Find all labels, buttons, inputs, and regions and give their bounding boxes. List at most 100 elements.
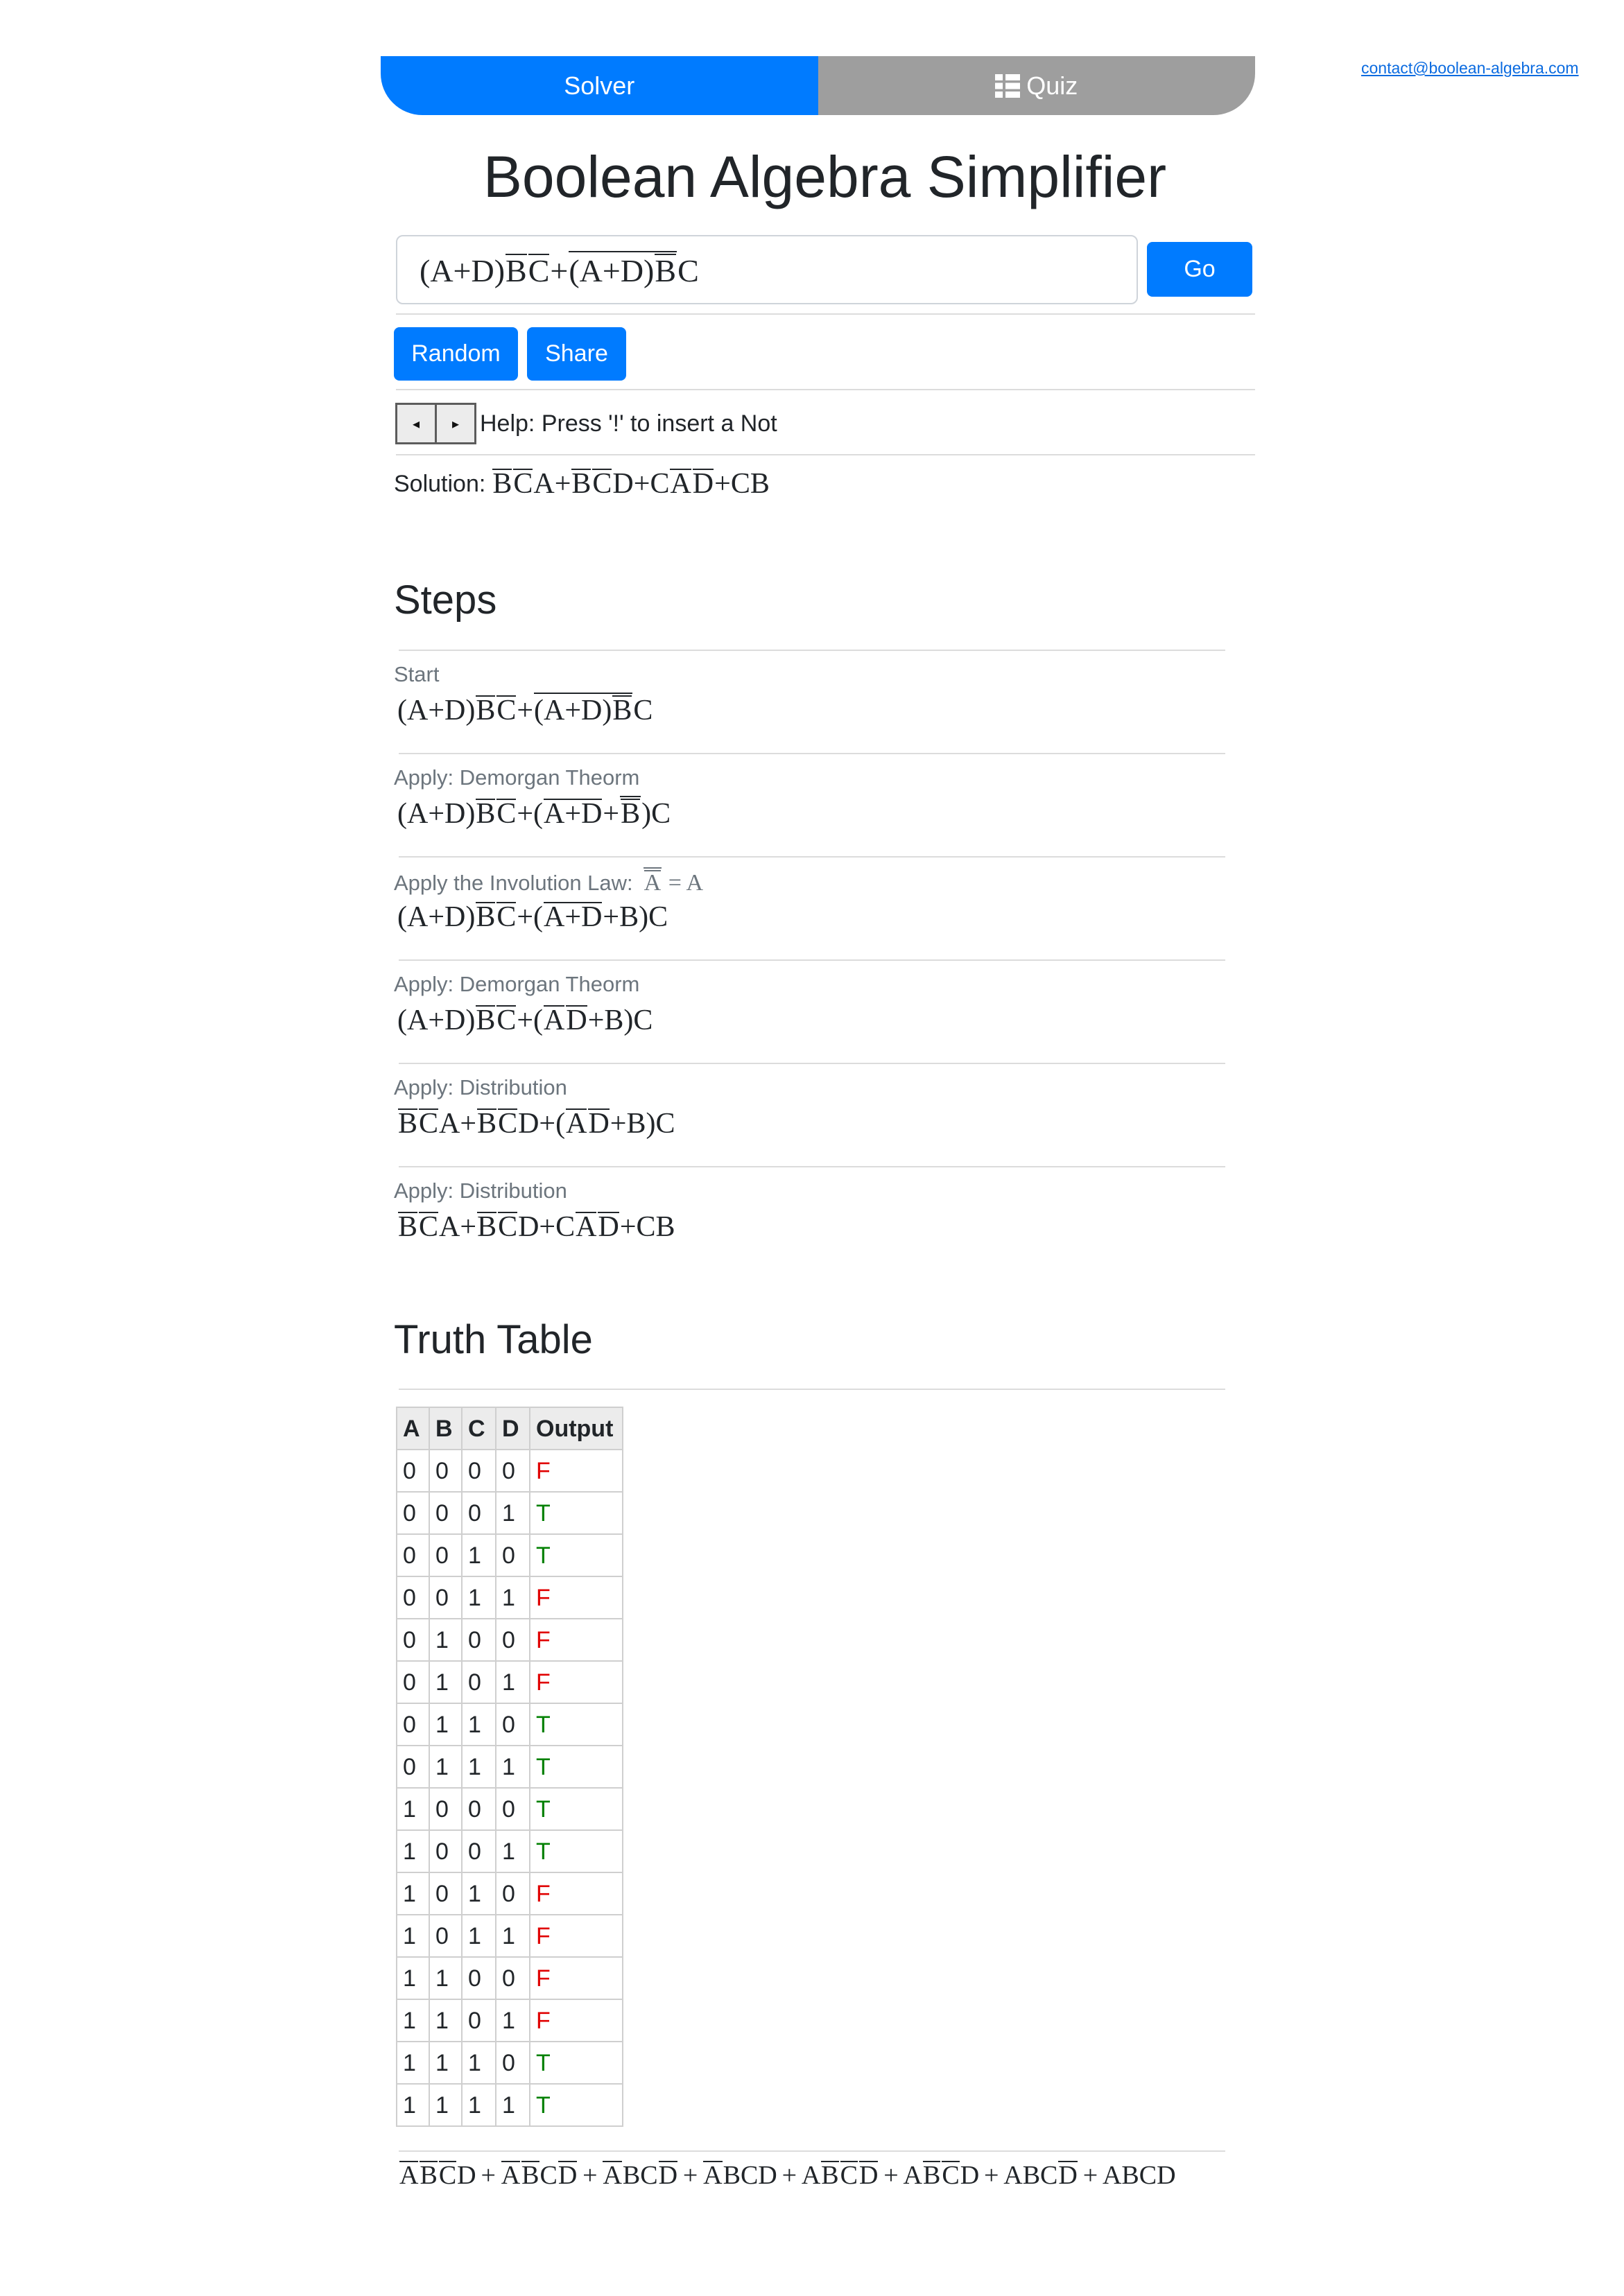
divider — [396, 313, 1255, 315]
input-cell: 1 — [429, 1745, 463, 1789]
math-text: A — [501, 2161, 521, 2190]
right-triangle-icon: ▸ — [451, 415, 460, 432]
math-text: A — [544, 1004, 565, 1036]
input-cell: 1 — [429, 1660, 463, 1704]
truth-table-row: 1110T — [396, 2041, 623, 2085]
input-cell: 0 — [396, 1491, 430, 1535]
input-cell: 1 — [396, 1956, 430, 2000]
math-text: B — [521, 2161, 539, 2190]
tab-solver[interactable]: Solver — [381, 56, 818, 115]
input-cell: 0 — [396, 1703, 430, 1746]
math-text: D — [558, 2161, 578, 2190]
not-overline: C — [840, 2161, 858, 2189]
output-cell: F — [529, 1618, 623, 1662]
not-overline: A — [643, 867, 662, 895]
math-text: B — [477, 1108, 497, 1140]
not-overline: B — [521, 2161, 539, 2190]
truth-table-header-row: A B C D Output — [396, 1407, 623, 1450]
math-text: B — [476, 1004, 496, 1036]
math-text: (A+D) — [420, 252, 506, 288]
math-text: C — [498, 1211, 518, 1243]
not-overline: B — [398, 1108, 418, 1140]
input-cell: 1 — [495, 1829, 530, 1873]
truth-table-row: 0100F — [396, 1618, 623, 1662]
math-text: D — [692, 468, 714, 500]
not-overline: C — [513, 469, 533, 498]
not-overline: C — [528, 253, 550, 286]
help-text: Help: Press '!' to insert a Not — [480, 410, 777, 437]
math-text: A+D — [544, 901, 603, 933]
step-label-math: A = A — [643, 867, 703, 896]
math-text: D+C — [612, 468, 670, 500]
go-button[interactable]: Go — [1147, 242, 1252, 297]
math-text: B — [476, 695, 496, 727]
input-cell: 1 — [495, 2083, 530, 2127]
truth-table-row: 1001T — [396, 1829, 623, 1873]
not-overline: C — [419, 1108, 439, 1138]
math-text: D+C — [518, 1211, 576, 1243]
output-cell: T — [529, 1787, 623, 1831]
input-cell: 0 — [429, 1872, 463, 1915]
step-label: Start — [394, 661, 439, 688]
input-cell: 0 — [461, 1787, 496, 1831]
truth-table-heading: Truth Table — [394, 1317, 593, 1362]
math-text: A+ — [439, 1211, 477, 1243]
truth-table-row: 1100F — [396, 1956, 623, 2000]
math-text: +( — [517, 798, 544, 830]
cursor-right-button[interactable]: ▸ — [435, 403, 476, 444]
contact-email-link[interactable]: contact@boolean-algebra.com — [1361, 59, 1579, 77]
not-overline: B — [506, 253, 527, 286]
math-text: +B)C — [610, 1108, 675, 1140]
not-overline: B — [655, 252, 677, 288]
math-text: A — [603, 2161, 622, 2190]
not-overline: A — [603, 2161, 622, 2190]
input-cell: 0 — [396, 1533, 430, 1577]
share-button[interactable]: Share — [527, 327, 626, 381]
math-text: C — [496, 798, 517, 830]
not-overline: A — [566, 1108, 587, 1138]
not-overline: B — [477, 1212, 497, 1242]
step-label-text: Apply the Involution Law: — [394, 871, 633, 895]
step-divider — [399, 1166, 1225, 1167]
input-cell: 0 — [495, 1449, 530, 1493]
math-text: C — [942, 2161, 960, 2190]
truth-table-row: 1101F — [396, 1999, 623, 2042]
cursor-left-button[interactable]: ◂ — [395, 403, 437, 444]
input-cell: 0 — [495, 1956, 530, 2000]
math-text: B — [923, 2161, 941, 2190]
expression-input[interactable]: (A+D)BC+(A+D)BC — [396, 235, 1138, 304]
truth-table-row: 1000T — [396, 1787, 623, 1831]
not-overline: D — [588, 1108, 610, 1140]
not-overline: A — [501, 2161, 521, 2190]
not-overline: (A+D)B — [569, 250, 677, 288]
input-cell: 1 — [396, 2041, 430, 2085]
math-text: D — [598, 1211, 619, 1243]
math-text: D — [859, 2161, 879, 2190]
not-overline: B — [398, 1212, 418, 1242]
not-overline: A — [643, 870, 662, 895]
math-text: D — [566, 1004, 587, 1036]
math-text: D — [588, 1108, 610, 1140]
math-text: (A+D) — [397, 695, 476, 727]
math-text: C — [513, 468, 533, 500]
step: Apply: Distribution BCA+BCD+CAD+CB — [394, 1166, 1225, 1269]
not-overline: B — [476, 902, 496, 932]
math-text: B — [398, 1108, 418, 1140]
divider — [399, 2150, 1225, 2152]
step: Start (A+D)BC+(A+D)BC — [394, 650, 1225, 753]
random-button[interactable]: Random — [394, 327, 518, 381]
divider — [396, 389, 1255, 390]
input-cell: 0 — [461, 1999, 496, 2042]
input-cell: 0 — [495, 1787, 530, 1831]
math-text: +B)C — [603, 901, 668, 933]
step-expression: (A+D)BC+(AD+B)C — [397, 1001, 653, 1040]
not-overline: B — [476, 695, 496, 727]
input-cell: 0 — [495, 1618, 530, 1662]
not-overline: B — [492, 469, 512, 498]
tab-solver-label: Solver — [564, 71, 635, 100]
tab-quiz[interactable]: Quiz — [818, 56, 1255, 115]
step-divider — [399, 959, 1225, 961]
input-cell: 0 — [429, 1449, 463, 1493]
math-text: B — [655, 252, 677, 288]
step-label-text: Apply: Distribution — [394, 1075, 567, 1099]
